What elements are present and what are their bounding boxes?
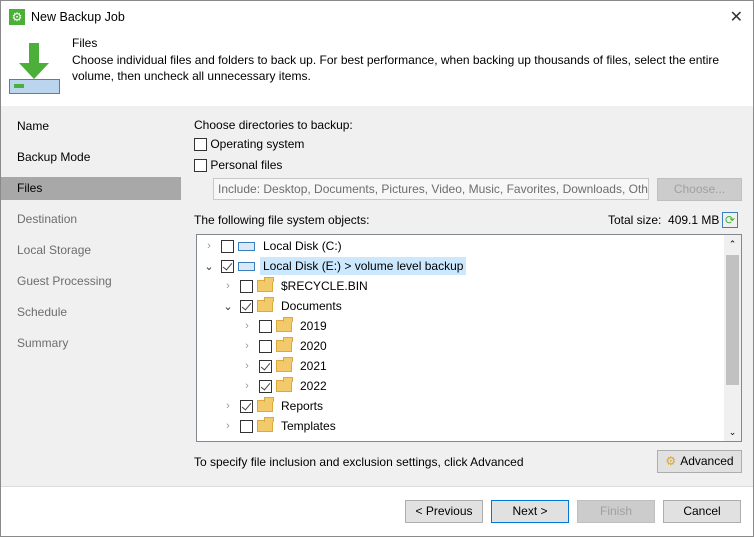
refresh-icon[interactable]: ⟳: [722, 212, 738, 228]
folder-icon: [257, 397, 274, 412]
total-size: Total size: 409.1 MB: [608, 213, 719, 227]
gear-icon: ⚙: [665, 454, 677, 468]
tree-scrollbar[interactable]: ⌃ ⌄: [724, 235, 741, 441]
tree-checkbox[interactable]: [259, 339, 272, 353]
tree-item[interactable]: › 2021: [240, 356, 330, 376]
tree-checkbox[interactable]: [259, 379, 272, 393]
tree-item-label: Local Disk (E:) > volume level backup: [260, 257, 467, 275]
backup-download-icon: [9, 43, 60, 94]
title-bar: ⚙ New Backup Job ✕: [1, 1, 753, 33]
os-checkbox-row[interactable]: Operating system: [194, 137, 305, 152]
tree-item[interactable]: › Templates: [221, 416, 339, 436]
personal-checkbox-row[interactable]: Personal files: [194, 158, 283, 173]
tree-item-label: $RECYCLE.BIN: [281, 279, 368, 293]
tree-checkbox[interactable]: [240, 419, 253, 433]
total-size-label: Total size:: [608, 213, 662, 227]
folder-icon: [276, 357, 293, 372]
previous-button[interactable]: < Previous: [405, 500, 483, 523]
tree-checkbox[interactable]: [259, 319, 272, 333]
chevron-right-icon[interactable]: ›: [221, 400, 235, 412]
step-guest-processing[interactable]: Guest Processing: [1, 270, 181, 293]
advanced-button[interactable]: ⚙ Advanced: [657, 450, 742, 473]
tree-checkbox[interactable]: [221, 259, 234, 273]
cancel-button[interactable]: Cancel: [663, 500, 741, 523]
folder-icon: [276, 377, 293, 392]
dialog-window: ⚙ New Backup Job ✕ Files Choose individu…: [0, 0, 754, 537]
folder-icon: [276, 317, 293, 332]
chevron-right-icon[interactable]: ›: [221, 280, 235, 292]
tree-item-label: Local Disk (C:): [263, 239, 342, 253]
tree-item[interactable]: › 2020: [240, 336, 330, 356]
wizard-steps: Name Backup Mode Files Destination Local…: [1, 106, 181, 486]
os-checkbox[interactable]: [194, 138, 207, 152]
tree-item[interactable]: ⌄ Documents: [221, 296, 345, 316]
gear-app-icon: ⚙: [9, 9, 25, 25]
step-files[interactable]: Files: [1, 177, 181, 200]
file-tree[interactable]: › Local Disk (C:) ⌄ Local Disk (E:) > volum…: [196, 234, 742, 442]
chevron-down-icon[interactable]: ⌄: [221, 300, 235, 313]
tree-item[interactable]: › 2022: [240, 376, 330, 396]
step-name[interactable]: Name: [1, 115, 181, 138]
window-title: New Backup Job: [31, 10, 125, 24]
personal-label: Personal files: [210, 158, 283, 172]
windows-disk-icon: [238, 241, 255, 251]
tree-item-label: 2021: [300, 359, 327, 373]
os-label: Operating system: [210, 137, 305, 151]
scroll-thumb[interactable]: [726, 255, 739, 385]
folder-icon: [257, 277, 274, 292]
chevron-right-icon[interactable]: ›: [240, 340, 254, 352]
tree-item-label: Reports: [281, 399, 324, 413]
tree-item[interactable]: › Reports: [221, 396, 326, 416]
folder-open-icon: [257, 297, 274, 312]
tree-item-label: 2019: [300, 319, 327, 333]
choose-button[interactable]: Choose...: [657, 178, 742, 201]
chevron-right-icon[interactable]: ›: [240, 360, 254, 372]
advanced-hint: To specify file inclusion and exclusion …: [194, 455, 524, 469]
next-button[interactable]: Next >: [491, 500, 569, 523]
tree-item-label: 2022: [300, 379, 327, 393]
finish-button[interactable]: Finish: [577, 500, 655, 523]
tree-item[interactable]: ⌄ Local Disk (E:) > volume level backup: [202, 256, 467, 276]
page-description: Choose individual files and folders to b…: [72, 53, 720, 83]
tree-checkbox[interactable]: [240, 279, 253, 293]
folder-icon: [276, 337, 293, 352]
chevron-down-icon[interactable]: ⌄: [202, 260, 216, 273]
close-button[interactable]: ✕: [730, 7, 743, 27]
tree-item-label: Templates: [281, 419, 336, 433]
chevron-right-icon[interactable]: ›: [221, 420, 235, 432]
personal-checkbox[interactable]: [194, 159, 207, 173]
tree-checkbox[interactable]: [259, 359, 272, 373]
include-field: Include: Desktop, Documents, Pictures, V…: [213, 178, 649, 200]
step-local-storage[interactable]: Local Storage: [1, 239, 181, 262]
scroll-down-icon[interactable]: ⌄: [724, 423, 741, 441]
chevron-right-icon[interactable]: ›: [202, 240, 216, 252]
total-size-value: 409.1 MB: [668, 213, 720, 227]
chevron-right-icon[interactable]: ›: [240, 320, 254, 332]
tree-item[interactable]: › Local Disk (C:): [202, 236, 345, 256]
tree-item[interactable]: › $RECYCLE.BIN: [221, 276, 371, 296]
objects-label: The following file system objects:: [194, 213, 370, 227]
step-backup-mode[interactable]: Backup Mode: [1, 146, 181, 169]
step-summary[interactable]: Summary: [1, 332, 181, 355]
tree-checkbox[interactable]: [240, 299, 253, 313]
footer-divider: [1, 486, 753, 487]
step-schedule[interactable]: Schedule: [1, 301, 181, 324]
disk-icon: [238, 261, 255, 271]
chevron-right-icon[interactable]: ›: [240, 380, 254, 392]
tree-checkbox[interactable]: [240, 399, 253, 413]
tree-checkbox[interactable]: [221, 239, 234, 253]
tree-item-label: Documents: [281, 299, 342, 313]
folder-icon: [257, 417, 274, 432]
step-destination[interactable]: Destination: [1, 208, 181, 231]
advanced-label: Advanced: [680, 454, 734, 468]
tree-item[interactable]: › 2019: [240, 316, 330, 336]
choose-directories-label: Choose directories to backup:: [194, 118, 353, 132]
tree-item-label: 2020: [300, 339, 327, 353]
scroll-up-icon[interactable]: ⌃: [724, 235, 741, 253]
page-title: Files: [72, 36, 98, 50]
